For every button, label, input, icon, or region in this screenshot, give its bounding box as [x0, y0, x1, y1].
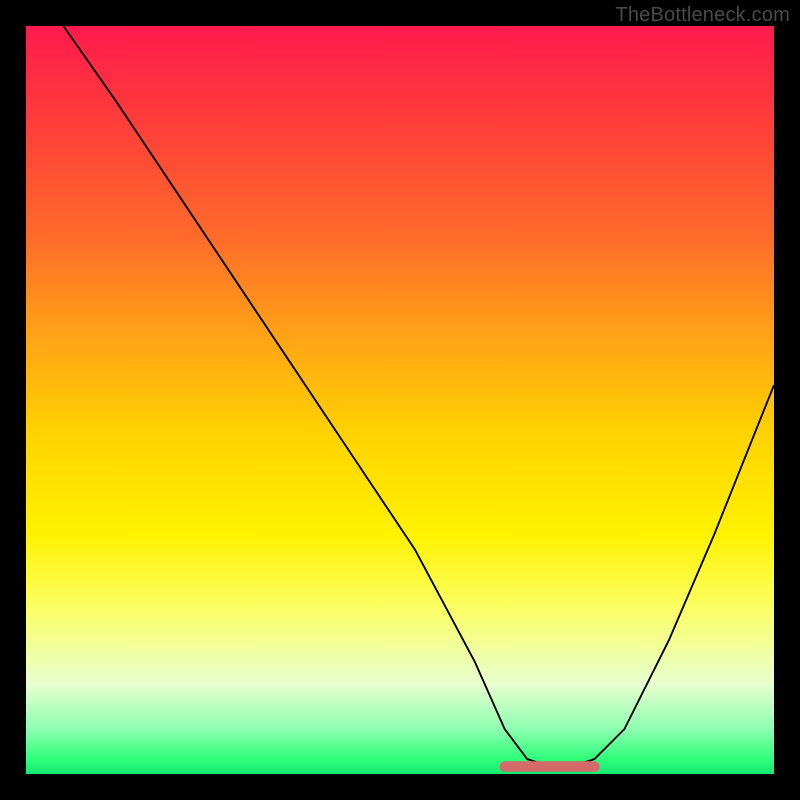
chart-frame: TheBottleneck.com	[0, 0, 800, 800]
chart-svg	[26, 26, 774, 774]
watermark-text: TheBottleneck.com	[615, 4, 790, 27]
plot-area	[26, 26, 774, 774]
bottleneck-curve-path	[63, 26, 774, 767]
